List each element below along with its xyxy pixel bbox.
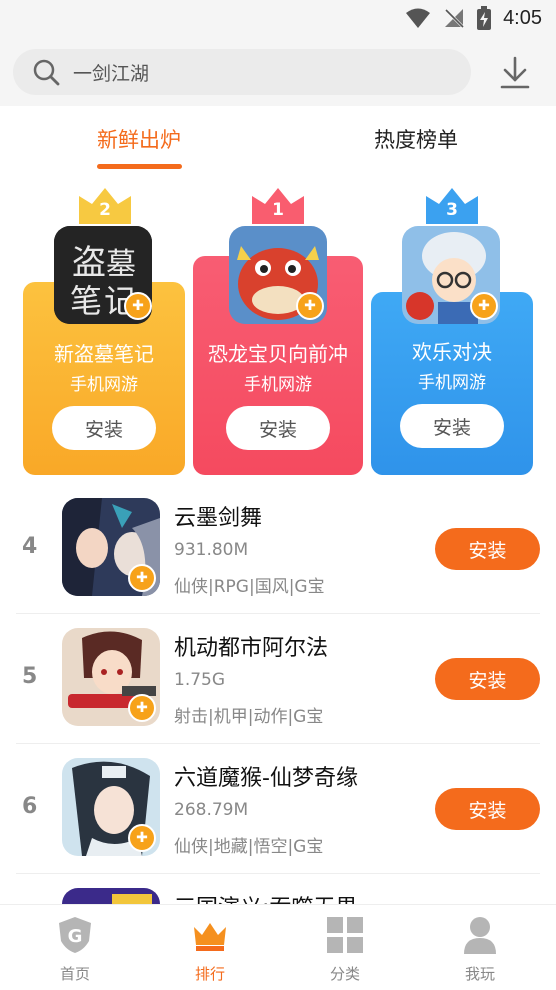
podium-game-name: 欢乐对决 — [412, 340, 492, 364]
game-size: 1.75G — [174, 670, 226, 690]
crown-rank-2: 2 — [79, 186, 131, 224]
svg-text:笔: 笔 — [70, 282, 102, 320]
gift-badge-icon: ✚ — [470, 292, 498, 320]
battery-charging-icon — [477, 6, 492, 30]
download-icon[interactable] — [500, 56, 530, 90]
nav-label: 首页 — [59, 965, 90, 983]
podium-rank: 1 — [272, 200, 284, 220]
list-rank: 6 — [22, 794, 38, 819]
tab-hot-ranking[interactable]: 热度榜单 — [374, 124, 458, 154]
bottom-nav: G 首页 排行 分类 我玩 — [0, 904, 556, 990]
gift-badge-icon: ✚ — [124, 292, 152, 320]
gift-badge-icon: ✚ — [296, 292, 324, 320]
game-size: 268.79M — [174, 800, 249, 820]
nav-my-games[interactable]: 我玩 — [440, 915, 520, 984]
game-tags: 仙侠|RPG|国风|G宝 — [174, 577, 325, 597]
game-tags: 射击|机甲|动作|G宝 — [174, 707, 324, 727]
tab-bar: 新鲜出炉 热度榜单 — [0, 106, 556, 172]
nav-ranking[interactable]: 排行 — [170, 915, 250, 984]
install-button[interactable]: 安装 — [435, 658, 540, 700]
search-bar: 一剑江湖 — [0, 40, 556, 106]
podium-game-name: 恐龙宝贝向前冲 — [208, 342, 348, 366]
search-query: 一剑江湖 — [73, 62, 150, 85]
nav-category[interactable]: 分类 — [305, 915, 385, 984]
podium-game-name: 新盗墓笔记 — [54, 342, 154, 366]
tab-new-releases[interactable]: 新鲜出炉 — [97, 124, 181, 154]
game-size: 931.80M — [174, 540, 249, 560]
podium-rank: 2 — [99, 200, 111, 220]
nav-home[interactable]: G 首页 — [35, 915, 115, 984]
crown-rank-1: 1 — [252, 186, 304, 224]
podium-rank: 3 — [446, 200, 458, 220]
list-rank: 4 — [22, 534, 38, 559]
top-three-podium: 新盗墓笔记 手机网游 安装 2 盗 墓 笔 记 ✚ 恐龙宝贝向前冲 手机网游 安… — [0, 180, 556, 480]
podium-game-category: 手机网游 — [70, 375, 138, 395]
user-icon — [460, 915, 500, 955]
install-button[interactable]: 安装 — [52, 406, 156, 450]
install-button[interactable]: 安装 — [435, 528, 540, 570]
podium-game-category: 手机网游 — [418, 373, 486, 393]
podium-game-category: 手机网游 — [244, 375, 312, 395]
search-input[interactable]: 一剑江湖 — [13, 49, 471, 95]
gift-badge-icon: ✚ — [128, 824, 156, 852]
svg-text:盗: 盗 — [72, 243, 106, 283]
install-button[interactable]: 安装 — [435, 788, 540, 830]
svg-text:G: G — [68, 926, 83, 947]
status-bar: 4:05 — [0, 0, 556, 40]
shield-g-icon: G — [55, 915, 95, 955]
crown-rank-3: 3 — [426, 186, 478, 224]
install-button[interactable]: 安装 — [400, 404, 504, 448]
list-item[interactable]: 6 ✚ 六道魔猴-仙梦奇缘 268.79M 仙侠|地藏|悟空|G宝 安装 — [0, 744, 556, 874]
list-item[interactable]: 5 ✚ 机动都市阿尔法 1.75G 射击|机甲|动作|G宝 安装 — [0, 614, 556, 744]
list-rank: 5 — [22, 664, 38, 689]
wifi-icon — [406, 8, 431, 28]
game-tags: 仙侠|地藏|悟空|G宝 — [174, 837, 324, 857]
nav-label: 排行 — [194, 965, 225, 983]
svg-text:墓: 墓 — [106, 247, 136, 282]
tab-underline — [97, 164, 182, 169]
game-title: 机动都市阿尔法 — [174, 636, 329, 661]
no-signal-icon — [445, 8, 465, 29]
game-title: 六道魔猴-仙梦奇缘 — [174, 766, 358, 791]
game-title: 云墨剑舞 — [174, 506, 263, 531]
nav-label: 分类 — [329, 965, 360, 983]
nav-label: 我玩 — [464, 965, 495, 983]
status-time: 4:05 — [503, 6, 542, 29]
search-icon — [31, 57, 61, 87]
crown-icon — [190, 915, 230, 955]
install-button[interactable]: 安装 — [226, 406, 330, 450]
gift-badge-icon: ✚ — [128, 564, 156, 592]
grid-icon — [325, 915, 365, 955]
gift-badge-icon: ✚ — [128, 694, 156, 722]
list-item[interactable]: 4 ✚ 云墨剑舞 931.80M 仙侠|RPG|国风|G宝 安装 — [0, 484, 556, 614]
